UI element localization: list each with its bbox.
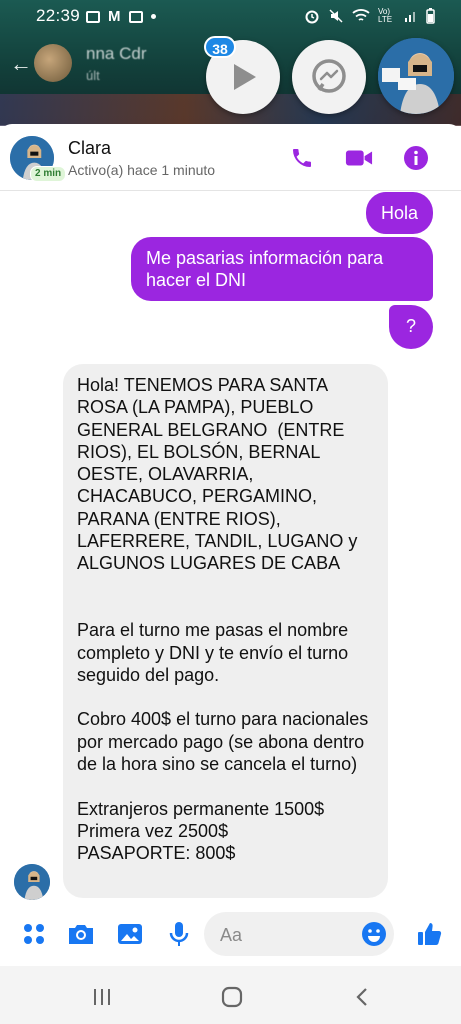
messenger-icon bbox=[312, 59, 346, 93]
battery-icon bbox=[426, 8, 435, 24]
outgoing-message[interactable]: ? bbox=[389, 305, 433, 349]
message-composer bbox=[0, 904, 461, 966]
gmail-notification-icon: M bbox=[108, 8, 121, 25]
back-icon bbox=[356, 988, 367, 1006]
more-notifications-icon bbox=[150, 14, 156, 19]
message-input-box[interactable] bbox=[204, 912, 394, 958]
mic-icon bbox=[169, 922, 189, 946]
chat-panel: 2 min Clara Activo(a) hace 1 minuto Hola… bbox=[0, 124, 461, 966]
network-label: Vo) LTE bbox=[378, 7, 393, 24]
chat-header: 2 min Clara Activo(a) hace 1 minuto bbox=[0, 124, 461, 191]
emoji-button[interactable] bbox=[360, 920, 388, 948]
signal-icon bbox=[405, 12, 415, 22]
video-icon bbox=[345, 150, 373, 166]
apps-icon bbox=[24, 924, 44, 944]
play-icon bbox=[234, 64, 256, 90]
incoming-message[interactable]: Hola! TENEMOS PARA SANTA ROSA (LA PAMPA)… bbox=[63, 364, 388, 898]
outgoing-message[interactable]: Me pasarias información para hacer el DN… bbox=[131, 237, 433, 301]
system-navigation-bar bbox=[0, 966, 461, 1024]
active-time-badge: 2 min bbox=[30, 166, 67, 182]
background-avatar bbox=[34, 44, 72, 82]
like-icon bbox=[418, 923, 442, 945]
alarm-icon bbox=[305, 10, 319, 24]
status-bar: 22:39 M Vo) LTE bbox=[0, 0, 461, 32]
message-input[interactable] bbox=[218, 912, 362, 958]
gallery-button[interactable] bbox=[116, 920, 144, 948]
avatar-photo bbox=[378, 38, 454, 114]
gallery-notification-icon bbox=[86, 10, 100, 23]
emoji-icon bbox=[362, 922, 386, 946]
phone-icon bbox=[293, 149, 311, 167]
back-button[interactable] bbox=[342, 982, 382, 1012]
info-icon bbox=[404, 146, 428, 170]
mute-icon bbox=[329, 9, 343, 23]
gallery-icon bbox=[118, 924, 142, 944]
camera-button[interactable] bbox=[67, 920, 95, 948]
sender-avatar bbox=[14, 864, 50, 900]
back-arrow-icon: ← bbox=[10, 51, 32, 76]
background-title: nna Cdr bbox=[86, 44, 147, 63]
apps-button[interactable] bbox=[20, 920, 48, 948]
wifi-icon bbox=[352, 9, 370, 21]
messenger-chat-head[interactable] bbox=[292, 40, 366, 114]
recents-icon bbox=[94, 989, 110, 1005]
contact-chat-head[interactable] bbox=[378, 38, 454, 114]
home-button[interactable] bbox=[212, 982, 252, 1012]
outgoing-message[interactable]: Hola bbox=[365, 192, 433, 234]
like-button[interactable] bbox=[416, 920, 444, 948]
background-subtitle: últ bbox=[86, 68, 100, 83]
recents-button[interactable] bbox=[82, 982, 122, 1012]
contact-name[interactable]: Clara bbox=[68, 138, 111, 159]
call-button[interactable] bbox=[288, 144, 316, 172]
message-notification-icon bbox=[128, 10, 143, 23]
camera-icon bbox=[69, 925, 93, 944]
unread-count-badge: 38 bbox=[204, 36, 236, 58]
contact-status: Activo(a) hace 1 minuto bbox=[68, 162, 216, 178]
video-call-button[interactable] bbox=[345, 144, 373, 172]
status-time: 22:39 bbox=[36, 6, 81, 25]
home-icon bbox=[221, 986, 243, 1008]
voice-message-button[interactable] bbox=[165, 920, 193, 948]
info-button[interactable] bbox=[402, 144, 430, 172]
